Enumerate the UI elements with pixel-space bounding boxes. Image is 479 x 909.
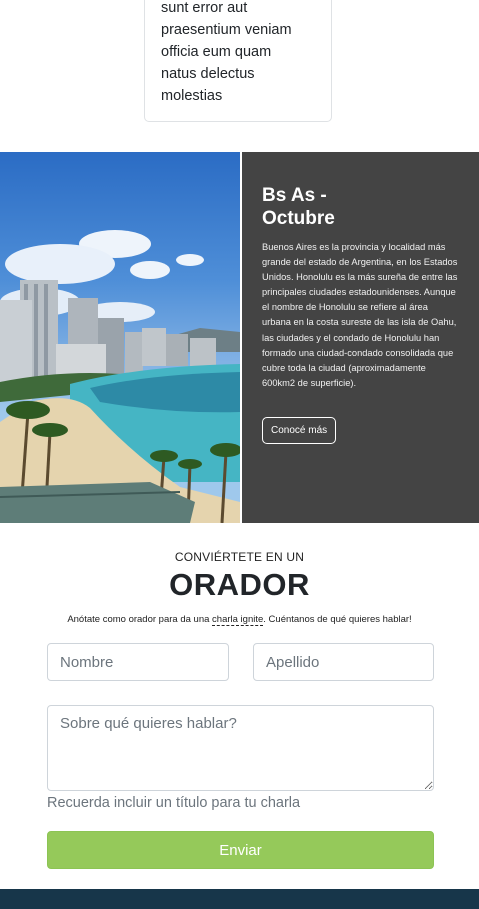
speaker-intro: Anótate como orador para da una charla i…	[0, 614, 479, 626]
first-name-input[interactable]	[47, 643, 229, 681]
speaker-section: CONVIÉRTETE EN UN ORADOR Anótate como or…	[0, 523, 479, 889]
footer-strip	[0, 889, 479, 909]
learn-more-button[interactable]: Conocé más	[262, 416, 337, 444]
speaker-kicker: CONVIÉRTETE EN UN	[174, 550, 305, 564]
hero-description: Buenos Aires es la provincia y localidad…	[262, 242, 458, 388]
beach-illustration	[0, 230, 240, 523]
hero-title: Bs As - Octubre	[262, 185, 335, 229]
intro-text-after: . Cuéntanos de qué quieres hablar!	[263, 614, 412, 625]
hero-image	[0, 152, 240, 523]
hero-panel: Bs As - Octubre Buenos Aires es la provi…	[242, 152, 479, 523]
intro-text-before: Anótate como orador para da una	[67, 614, 213, 625]
card-text: sunt error aut praesentium veniam offici…	[161, 0, 292, 104]
ignite-talk-link[interactable]: charla ignite	[212, 614, 264, 626]
submit-button[interactable]: Enviar	[47, 831, 434, 869]
hero-section: Bs As - Octubre Buenos Aires es la provi…	[0, 152, 479, 523]
topic-hint: Recuerda incluir un título para tu charl…	[47, 795, 301, 811]
card-fragment: sunt error aut praesentium veniam offici…	[144, 0, 332, 122]
speaker-title: ORADOR	[169, 567, 310, 602]
last-name-input[interactable]	[253, 643, 434, 681]
talk-topic-textarea[interactable]	[47, 705, 434, 791]
